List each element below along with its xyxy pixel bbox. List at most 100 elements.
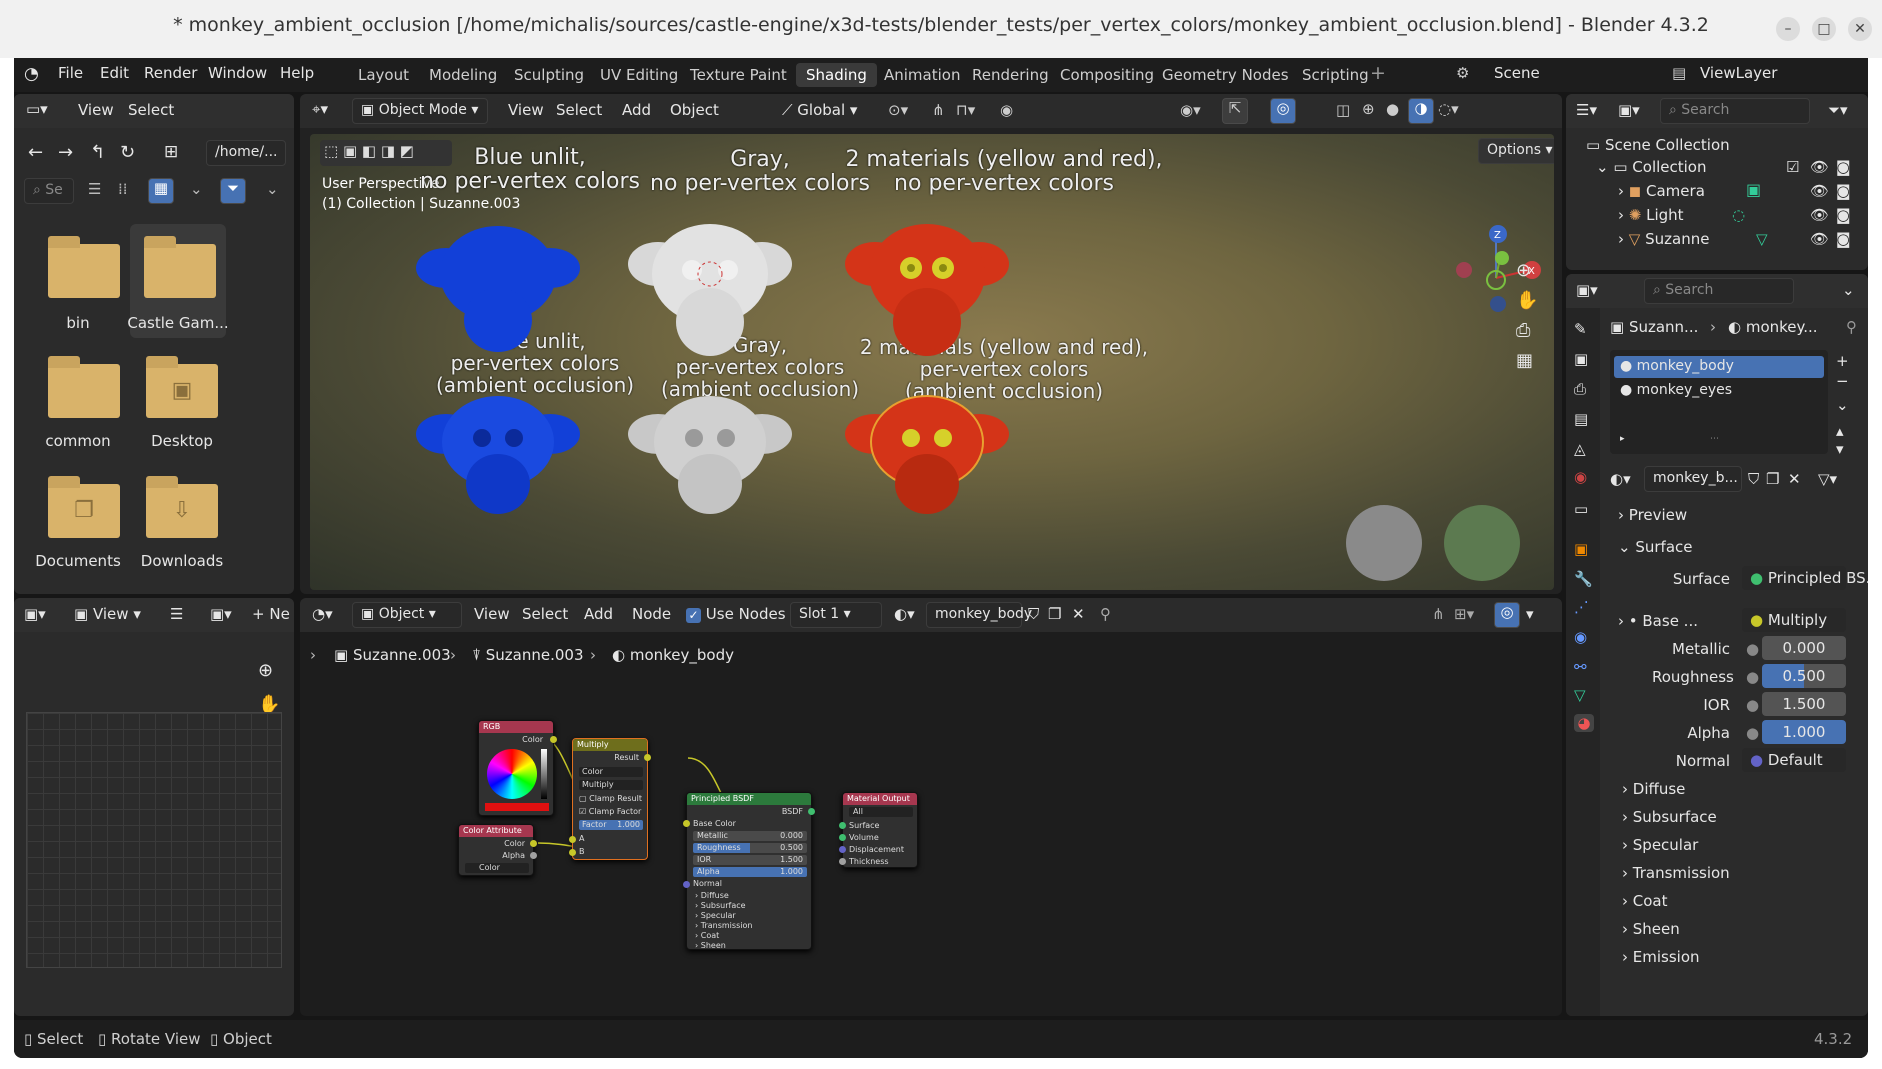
outliner-suzanne-row[interactable]: › ▽ Suzanne	[1618, 230, 1709, 248]
clamp-factor-checkbox[interactable]: ☑ Clamp Factor	[579, 807, 641, 816]
zoom-icon[interactable]: ⊕	[258, 660, 273, 681]
image-editor-view-mode[interactable]: ▣ View ▾	[74, 605, 141, 623]
camera-render-icon[interactable]: ◙	[1836, 230, 1851, 248]
material-tab-icon[interactable]: ◕	[1574, 714, 1594, 732]
multiply-data-type-select[interactable]: Color	[579, 767, 643, 777]
list-resize-handle-icon[interactable]: ⋯	[1710, 434, 1719, 444]
add-slot-icon[interactable]: +	[1836, 352, 1849, 370]
eye-icon[interactable]: 👁	[1810, 158, 1829, 176]
file-item-castle-game[interactable]: Castle Gam...	[127, 224, 229, 338]
zoom-icon[interactable]: ⊕	[1516, 260, 1531, 281]
tab-uv-editing[interactable]: UV Editing	[590, 63, 688, 87]
camera-render-icon[interactable]: ◙	[1836, 206, 1851, 224]
file-search-input[interactable]: ⌕ Se	[24, 178, 74, 204]
tab-scripting[interactable]: Scripting	[1292, 63, 1379, 87]
scene-collection-row[interactable]: ▭ Scene Collection	[1586, 136, 1730, 154]
multiply-node[interactable]: Multiply Result Color Multiply ▢ Clamp R…	[569, 738, 651, 860]
thickness-socket[interactable]	[839, 858, 846, 865]
surface-socket[interactable]	[839, 822, 846, 829]
camera-render-icon[interactable]: ◙	[1836, 182, 1851, 200]
unlink-material-icon[interactable]: ✕	[1788, 470, 1801, 488]
tab-compositing[interactable]: Compositing	[1050, 63, 1164, 87]
tab-modeling[interactable]: Modeling	[419, 63, 507, 87]
diffuse-subsection[interactable]: › Diffuse	[1622, 780, 1685, 798]
metallic-field[interactable]: 0.000	[1762, 636, 1846, 660]
editor-type-icon[interactable]: ▭▾	[26, 100, 48, 118]
multiply-output-socket[interactable]	[644, 754, 651, 761]
material-output-node[interactable]: Material Output All Surface Volume Displ…	[839, 792, 918, 868]
eye-icon[interactable]: 👁	[1810, 230, 1829, 248]
roughness-field[interactable]: 0.500	[1762, 664, 1846, 688]
slot-specials-icon[interactable]: ⌄	[1836, 396, 1849, 414]
constraints-tab-icon[interactable]: ⚯	[1574, 658, 1587, 676]
menu-edit[interactable]: Edit	[100, 64, 129, 82]
viewport-object-menu[interactable]: Object	[670, 101, 719, 119]
chevron-down-icon[interactable]: ⌄	[1842, 281, 1855, 299]
tab-layout[interactable]: Layout	[348, 63, 419, 87]
outliner-light-row[interactable]: › ✺ Light	[1618, 206, 1684, 224]
new-image-button[interactable]: + Ne	[252, 605, 290, 623]
collection-row[interactable]: ⌄ ▭ Collection	[1596, 158, 1707, 176]
sheen-subsection[interactable]: › Sheen	[1622, 920, 1680, 938]
color-attribute-field[interactable]: Color	[465, 863, 529, 873]
tab-texture-paint[interactable]: Texture Paint	[680, 63, 797, 87]
world-tab-icon[interactable]: ◉	[1574, 468, 1587, 486]
editor-type-icon[interactable]: ▣▾	[1576, 281, 1598, 299]
fb-view-menu[interactable]: View	[78, 101, 114, 119]
camera-view-icon[interactable]: ⎙	[1516, 320, 1530, 341]
refresh-icon[interactable]: ↻	[120, 142, 135, 163]
particles-tab-icon[interactable]: ⋰	[1574, 598, 1589, 616]
render-tab-icon[interactable]: ▣	[1574, 350, 1588, 368]
bsdf-sub-coat[interactable]: › Coat	[695, 931, 719, 940]
file-item-downloads[interactable]: ⇩ Downloads	[138, 464, 226, 574]
solid-shading-icon[interactable]: ●	[1386, 100, 1399, 118]
forward-icon[interactable]: →	[58, 142, 73, 163]
color-attr-color-socket[interactable]	[530, 840, 537, 847]
bsdf-roughness-field[interactable]: Roughness 0.500	[693, 843, 807, 853]
bsdf-sub-diffuse[interactable]: › Diffuse	[695, 891, 729, 900]
material-preview-shading-icon[interactable]: ◑	[1408, 98, 1434, 124]
path-field[interactable]: /home/...	[206, 140, 286, 166]
menu-help[interactable]: Help	[280, 64, 314, 82]
parent-dir-icon[interactable]: ↰	[90, 142, 105, 163]
bsdf-sub-subsurface[interactable]: › Subsurface	[695, 901, 746, 910]
menu-render[interactable]: Render	[144, 64, 197, 82]
color-attr-alpha-socket[interactable]	[530, 852, 537, 859]
perspective-grid-icon[interactable]: ▦	[1516, 350, 1533, 371]
viewport-add-menu[interactable]: Add	[622, 101, 651, 119]
bsdf-sub-specular[interactable]: › Specular	[695, 911, 736, 920]
specular-subsection[interactable]: › Specular	[1622, 836, 1698, 854]
scene-name[interactable]: Scene	[1494, 64, 1540, 82]
bsdf-output-socket[interactable]	[808, 808, 815, 815]
editor-type-icon[interactable]: ☰▾	[1576, 101, 1597, 119]
material-slot-body[interactable]: ● monkey_body	[1614, 356, 1824, 378]
new-folder-icon[interactable]: ⊞	[164, 142, 178, 162]
add-workspace-icon[interactable]: +	[1370, 62, 1386, 84]
wireframe-shading-icon[interactable]: ⊕	[1362, 100, 1375, 118]
viewport-view-menu[interactable]: View	[508, 101, 544, 119]
vertical-list-icon[interactable]: ☰	[88, 180, 101, 198]
emission-subsection[interactable]: › Emission	[1622, 948, 1700, 966]
pan-hand-icon[interactable]: ✋	[1516, 290, 1538, 311]
outliner-search-input[interactable]: ⌕ Search	[1660, 98, 1810, 124]
view-layer-tab-icon[interactable]: ▤	[1574, 410, 1588, 428]
rgb-output-socket[interactable]	[550, 736, 557, 743]
material-slot-eyes[interactable]: ● monkey_eyes	[1620, 382, 1732, 398]
transmission-subsection[interactable]: › Transmission	[1622, 864, 1730, 882]
gizmo-icon[interactable]: ⇱	[1222, 98, 1248, 124]
physics-tab-icon[interactable]: ◉	[1574, 628, 1587, 646]
output-tab-icon[interactable]: ⎙	[1574, 380, 1586, 398]
tool-tab-icon[interactable]: ✎	[1574, 320, 1587, 338]
move-slot-down-icon[interactable]: ▾	[1836, 440, 1844, 458]
modifiers-tab-icon[interactable]: 🔧	[1574, 570, 1593, 588]
horizontal-list-icon[interactable]: ⁞⁞	[118, 180, 128, 198]
browse-mesh-icon[interactable]: ▽▾	[1818, 470, 1837, 488]
bsdf-sub-transmission[interactable]: › Transmission	[695, 921, 752, 930]
normal-socket[interactable]	[683, 881, 690, 888]
pin-icon[interactable]: ⚲	[1846, 318, 1857, 336]
fb-select-menu[interactable]: Select	[128, 101, 174, 119]
bsdf-alpha-field[interactable]: Alpha 1.000	[693, 867, 807, 877]
rgb-color-swatch[interactable]	[485, 803, 549, 811]
principled-bsdf-node[interactable]: Principled BSDF BSDF Base Color Metallic…	[683, 792, 815, 950]
color-attribute-node[interactable]: Color Attribute Color Alpha Color	[458, 824, 537, 876]
